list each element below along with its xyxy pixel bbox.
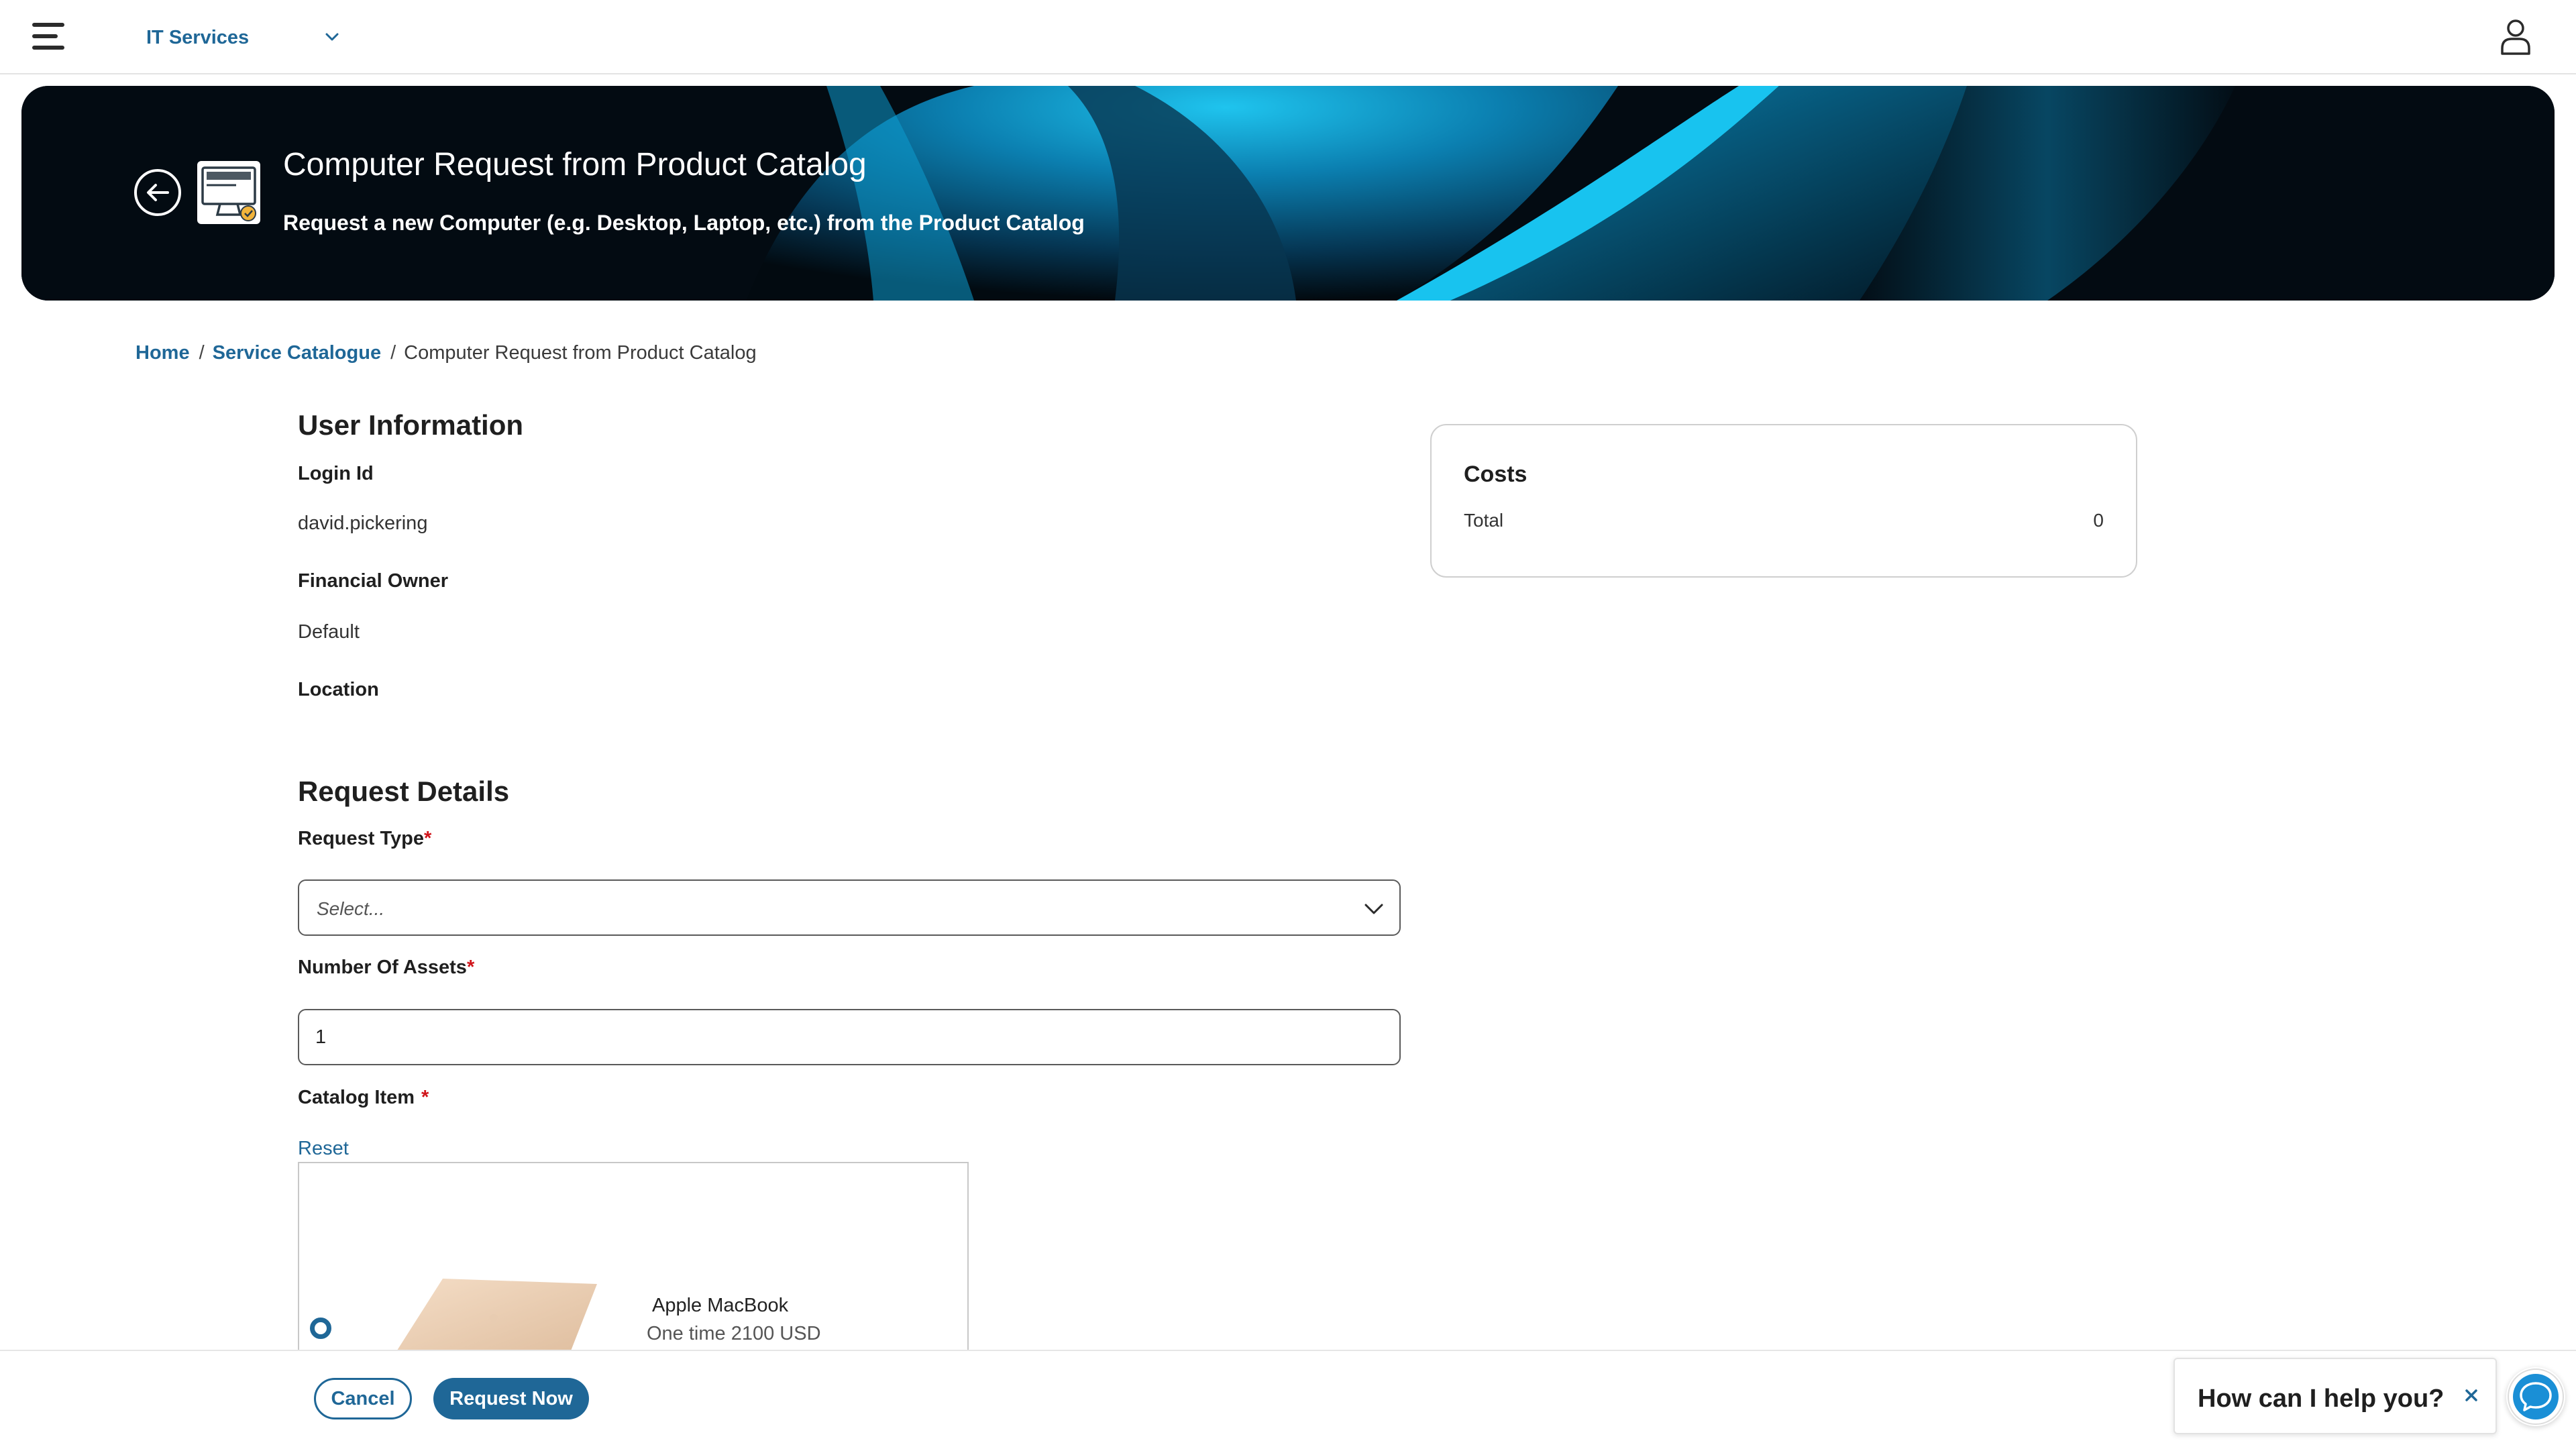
user-information-heading: User Information — [298, 409, 524, 441]
computer-monitor-icon — [197, 161, 260, 224]
hamburger-menu-icon[interactable] — [32, 23, 64, 50]
request-type-label: Request Type* — [298, 828, 431, 850]
cancel-button[interactable]: Cancel — [314, 1378, 412, 1419]
top-navigation-bar: IT Services — [0, 0, 2576, 74]
hero-background-art — [21, 86, 2555, 301]
chevron-down-icon — [1364, 904, 1383, 914]
breadcrumb: Home / Service Catalogue / Computer Requ… — [136, 342, 757, 364]
location-label: Location — [298, 679, 379, 700]
login-id-value: david.pickering — [298, 513, 428, 534]
chat-prompt-bubble[interactable]: How can I help you? — [2174, 1358, 2497, 1434]
catalog-item-label: Catalog Item * — [298, 1087, 429, 1109]
login-id-label: Login Id — [298, 463, 374, 484]
catalog-item-radio[interactable] — [310, 1318, 331, 1339]
required-marker: * — [421, 1087, 429, 1108]
number-of-assets-label-text: Number Of Assets — [298, 957, 467, 978]
request-type-placeholder: Select... — [317, 898, 385, 919]
financial-owner-value: Default — [298, 621, 360, 643]
catalog-item-name: Apple MacBook — [652, 1295, 789, 1316]
financial-owner-label: Financial Owner — [298, 570, 448, 592]
app-switcher[interactable]: IT Services — [146, 24, 339, 51]
required-marker: * — [466, 957, 475, 978]
arrow-left-circle-icon[interactable] — [133, 168, 182, 217]
chat-bubble-icon[interactable] — [2506, 1367, 2565, 1426]
costs-total-value: 0 — [2093, 510, 2104, 531]
request-details-heading: Request Details — [298, 775, 510, 807]
catalog-item-label-text: Catalog Item — [298, 1087, 415, 1108]
chevron-down-icon — [325, 33, 339, 41]
app-switcher-label: IT Services — [146, 26, 250, 48]
page-title: Computer Request from Product Catalog — [283, 147, 867, 182]
breadcrumb-current-page: Computer Request from Product Catalog — [404, 342, 757, 364]
costs-total-label: Total — [1464, 510, 1504, 531]
required-marker: * — [424, 828, 432, 849]
request-type-select[interactable]: Select... — [298, 879, 1401, 936]
breadcrumb-separator: / — [390, 342, 396, 364]
number-of-assets-label: Number Of Assets* — [298, 957, 474, 979]
breadcrumb-separator: / — [199, 342, 205, 364]
hero-banner: Computer Request from Product Catalog Re… — [21, 86, 2555, 301]
close-icon[interactable] — [2457, 1381, 2486, 1410]
user-profile-icon[interactable] — [2500, 19, 2532, 55]
number-of-assets-input[interactable] — [298, 1009, 1401, 1065]
page-subtitle: Request a new Computer (e.g. Desktop, La… — [283, 211, 1085, 235]
laptop-product-image — [396, 1279, 597, 1352]
chat-prompt-text: How can I help you? — [2198, 1385, 2445, 1413]
breadcrumb-home-link[interactable]: Home — [136, 342, 190, 364]
costs-heading: Costs — [1464, 462, 1527, 487]
reset-link[interactable]: Reset — [298, 1138, 349, 1160]
breadcrumb-service-catalogue-link[interactable]: Service Catalogue — [213, 342, 381, 364]
catalog-item-price: One time 2100 USD — [647, 1323, 821, 1344]
request-type-label-text: Request Type — [298, 828, 425, 849]
request-now-button[interactable]: Request Now — [433, 1378, 589, 1419]
costs-card: Costs Total 0 — [1430, 424, 2137, 578]
